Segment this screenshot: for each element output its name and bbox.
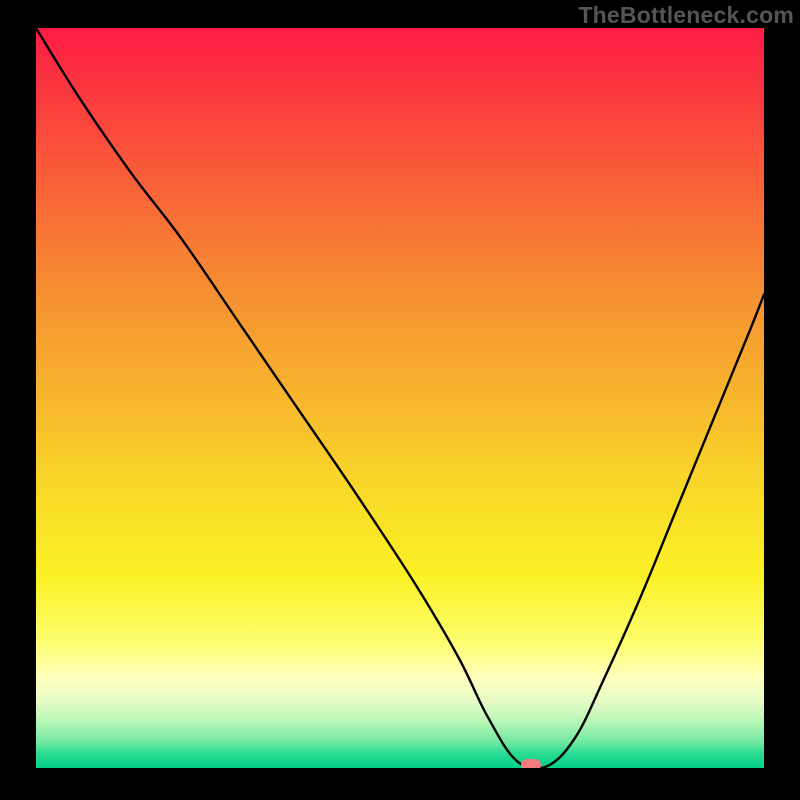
chart-frame: TheBottleneck.com [0,0,800,800]
chart-svg [36,28,764,768]
chart-background-gradient [36,28,764,768]
watermark-text: TheBottleneck.com [578,2,794,29]
plot-area [36,28,764,768]
optimal-marker [521,759,541,768]
